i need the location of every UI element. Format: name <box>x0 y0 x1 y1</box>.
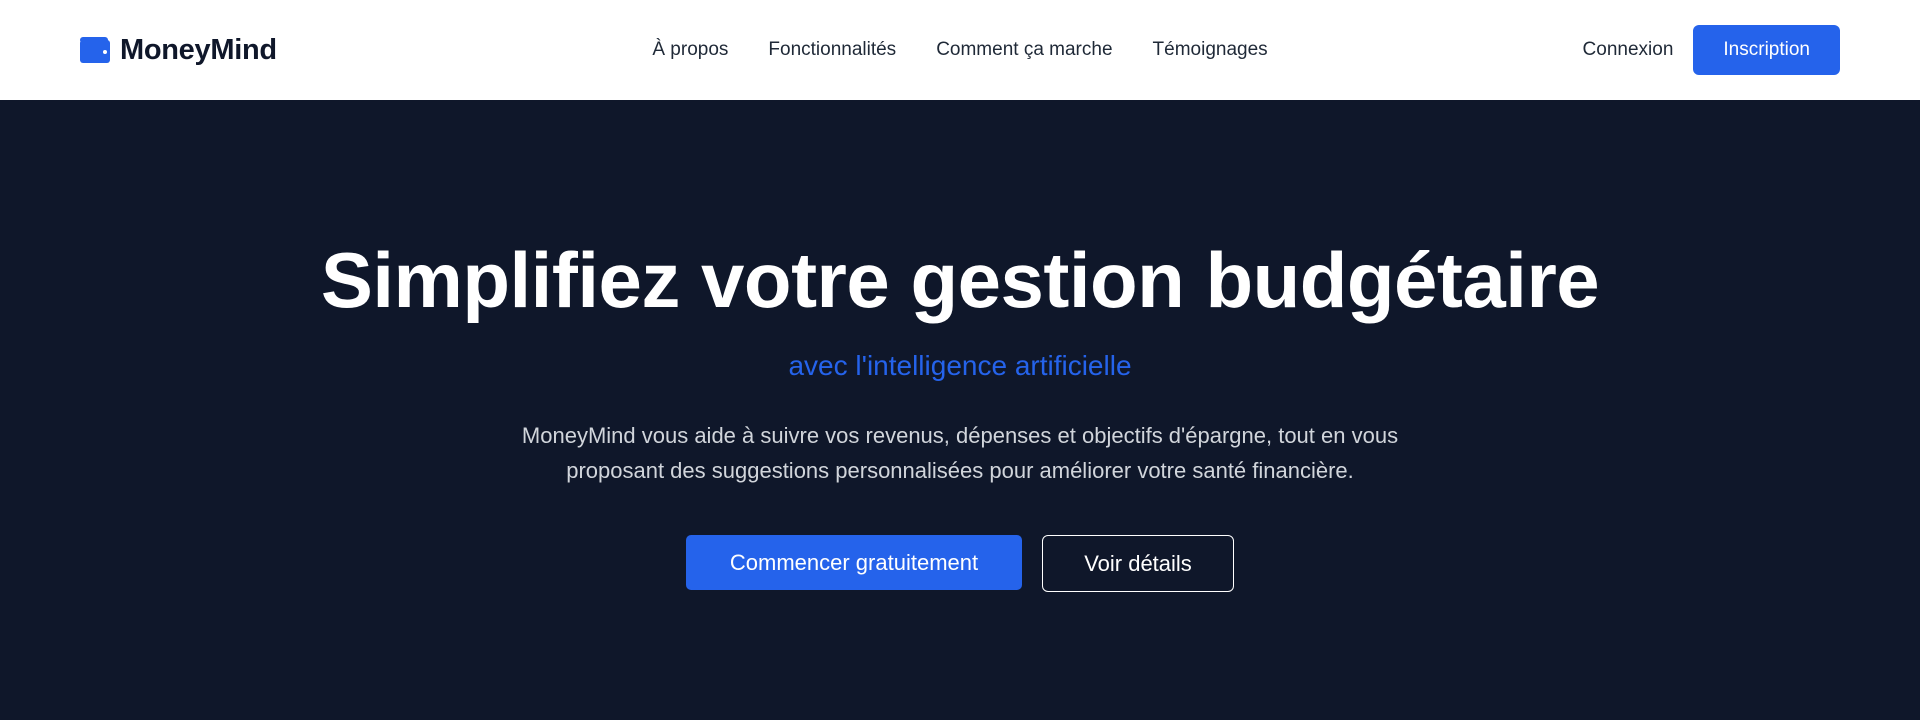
brand-name: MoneyMind <box>120 33 277 66</box>
nav-link-features[interactable]: Fonctionnalités <box>768 39 896 61</box>
brand-logo[interactable]: MoneyMind <box>80 34 480 67</box>
start-free-button[interactable]: Commencer gratuitement <box>686 535 1022 590</box>
hero-actions: Commencer gratuitement Voir détails <box>0 535 1920 592</box>
wallet-icon <box>80 37 110 63</box>
hero-subtitle: avec l'intelligence artificielle <box>788 350 1132 381</box>
nav-actions: Connexion Inscription <box>1583 25 1840 75</box>
view-details-button[interactable]: Voir détails <box>1042 535 1234 592</box>
nav-link-how-it-works[interactable]: Comment ça marche <box>936 39 1112 61</box>
signup-button[interactable]: Inscription <box>1693 25 1840 75</box>
hero-description: MoneyMind vous aide à suivre vos revenus… <box>521 423 1399 483</box>
login-link[interactable]: Connexion <box>1583 39 1674 61</box>
hero-section: Simplifiez votre gestion budgétaire avec… <box>0 100 1920 720</box>
hero-title: Simplifiez votre gestion budgétaire <box>320 236 1600 324</box>
navbar: MoneyMind À propos Fonctionnalités Comme… <box>0 0 1920 100</box>
nav-link-about[interactable]: À propos <box>652 39 728 61</box>
nav-link-testimonials[interactable]: Témoignages <box>1153 39 1268 61</box>
